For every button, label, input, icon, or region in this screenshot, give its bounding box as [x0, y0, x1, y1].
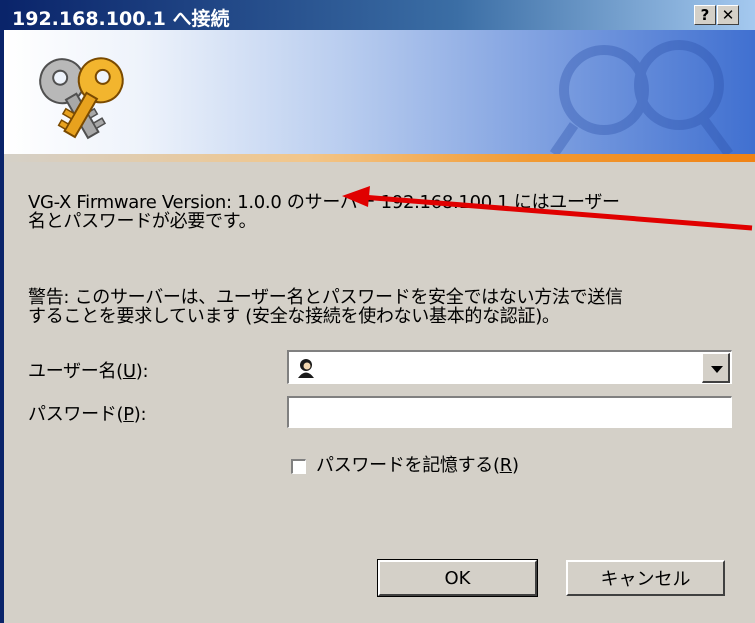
username-combobox[interactable] — [287, 350, 732, 384]
keys-icon — [39, 57, 124, 140]
username-input[interactable] — [321, 356, 695, 380]
username-dropdown-button[interactable] — [702, 353, 730, 383]
password-input[interactable] — [293, 402, 727, 426]
password-label: パスワード(P): — [28, 404, 147, 425]
message-line-2: 名とパスワードが必要です。 — [28, 211, 257, 232]
user-icon — [298, 359, 314, 378]
banner-accent-strip — [4, 154, 755, 162]
password-field[interactable] — [287, 396, 732, 428]
close-button[interactable]: ✕ — [717, 5, 739, 25]
ok-button[interactable]: OK — [377, 559, 538, 597]
cancel-button[interactable]: キャンセル — [566, 560, 725, 596]
help-button[interactable]: ? — [694, 5, 716, 25]
keys-watermark-icon — [549, 40, 734, 154]
window-title: 192.168.100.1 へ接続 — [12, 8, 230, 30]
username-label: ユーザー名(U): — [28, 361, 149, 382]
message-line-1: VG-X Firmware Version: 1.0.0 のサーバー 192.1… — [28, 192, 620, 213]
dialog-banner — [4, 30, 755, 158]
login-dialog: 192.168.100.1 へ接続 ? ✕ VG-X Firmware Vers… — [0, 0, 755, 623]
title-bar[interactable]: 192.168.100.1 へ接続 ? ✕ — [4, 0, 755, 30]
warning-line-1: 警告: このサーバーは、ユーザー名とパスワードを安全ではない方法で送信 — [28, 287, 623, 308]
remember-password-label[interactable]: パスワードを記憶する(R) — [316, 456, 519, 475]
remember-password-checkbox[interactable] — [291, 459, 306, 474]
warning-line-2: することを要求しています (安全な接続を使わない基本的な認証)。 — [28, 306, 560, 327]
